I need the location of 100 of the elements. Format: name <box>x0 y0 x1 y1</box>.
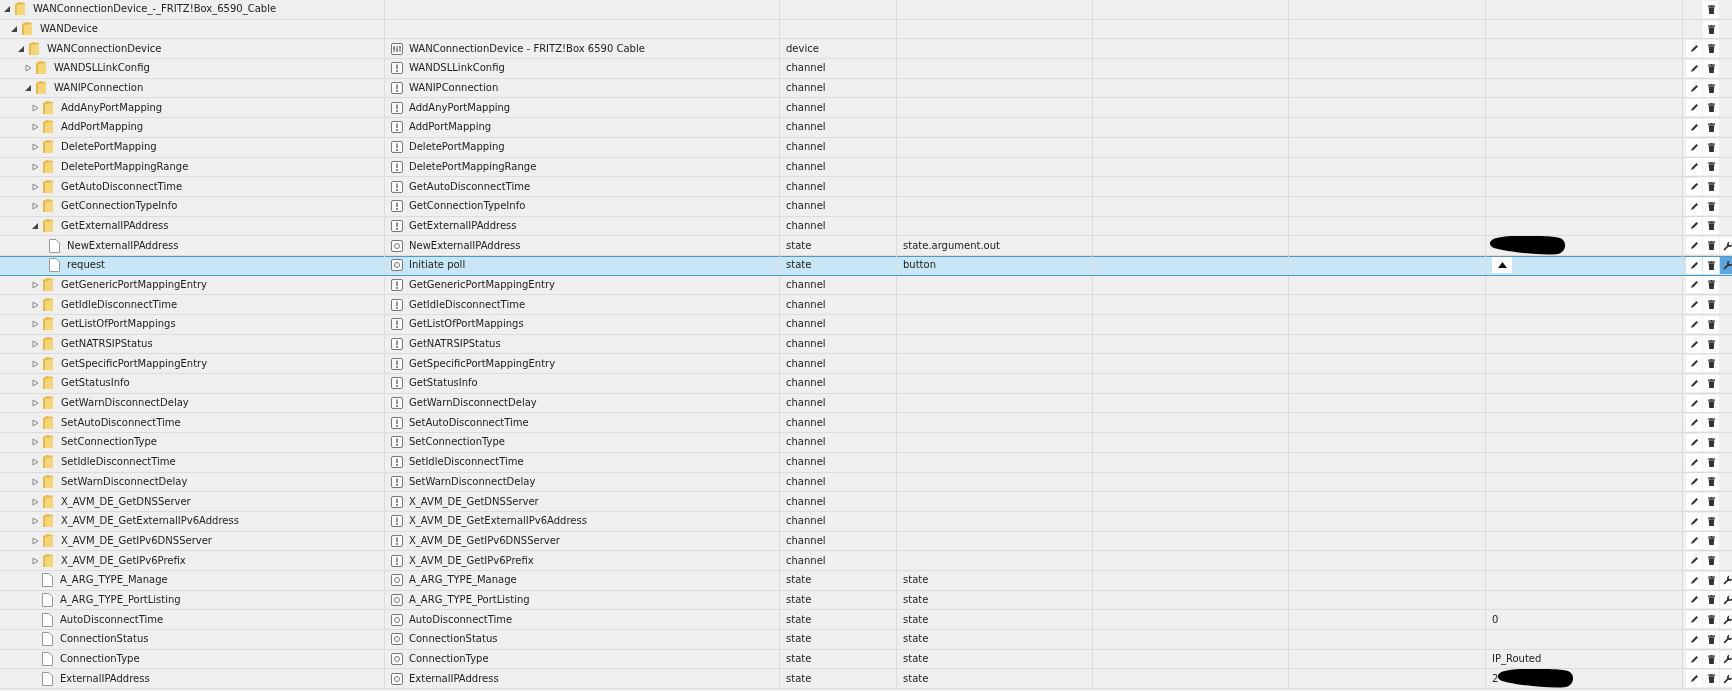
edit-button[interactable] <box>1686 217 1702 235</box>
edit-button[interactable] <box>1686 493 1702 511</box>
delete-button[interactable] <box>1703 532 1719 550</box>
delete-button[interactable] <box>1703 0 1719 18</box>
delete-button[interactable] <box>1703 20 1719 38</box>
collapsed-arrow-icon[interactable] <box>32 280 39 289</box>
edit-button[interactable] <box>1686 670 1702 688</box>
edit-button[interactable] <box>1686 158 1702 176</box>
edit-button[interactable] <box>1686 453 1702 471</box>
delete-button[interactable] <box>1703 79 1719 97</box>
edit-button[interactable] <box>1686 512 1702 530</box>
settings-button[interactable] <box>1720 650 1732 668</box>
delete-button[interactable] <box>1703 256 1719 274</box>
delete-button[interactable] <box>1703 453 1719 471</box>
expanded-arrow-icon[interactable] <box>18 44 25 53</box>
collapsed-arrow-icon[interactable] <box>32 536 39 545</box>
table-row[interactable]: WANConnectionDevice WANConnectionDevice - FRITZ!Box 6590 Cable device <box>0 39 1732 60</box>
edit-button[interactable] <box>1686 315 1702 333</box>
edit-button[interactable] <box>1686 79 1702 97</box>
table-row[interactable]: GetIdleDisconnectTime GetIdleDisconnectTime channel <box>0 295 1732 315</box>
table-row[interactable]: AddPortMapping AddPortMapping channel <box>0 118 1732 138</box>
table-row[interactable]: NewExternalIPAddress NewExternalIPAddress state state.argument.out <box>0 236 1732 256</box>
delete-button[interactable] <box>1703 433 1719 451</box>
collapsed-arrow-icon[interactable] <box>32 202 39 211</box>
edit-button[interactable] <box>1686 197 1702 215</box>
collapsed-arrow-icon[interactable] <box>32 497 39 506</box>
expanded-arrow-icon[interactable] <box>11 25 18 34</box>
delete-button[interactable] <box>1703 138 1719 156</box>
edit-button[interactable] <box>1686 611 1702 629</box>
edit-button[interactable] <box>1686 276 1702 294</box>
delete-button[interactable] <box>1703 178 1719 196</box>
delete-button[interactable] <box>1703 99 1719 117</box>
delete-button[interactable] <box>1703 394 1719 412</box>
delete-button[interactable] <box>1703 611 1719 629</box>
press-button[interactable] <box>1492 257 1512 274</box>
table-row[interactable]: ExternalIPAddress ExternalIPAddress state state 2 <box>0 669 1732 690</box>
edit-button[interactable] <box>1686 99 1702 117</box>
table-row[interactable]: GetWarnDisconnectDelay GetWarnDisconnectDelay channel <box>0 393 1732 414</box>
table-row[interactable]: GetNATRSIPStatus GetNATRSIPStatus channel <box>0 334 1732 355</box>
collapsed-arrow-icon[interactable] <box>32 458 39 467</box>
collapsed-arrow-icon[interactable] <box>32 517 39 526</box>
settings-button[interactable] <box>1720 237 1732 255</box>
edit-button[interactable] <box>1686 394 1702 412</box>
edit-button[interactable] <box>1686 433 1702 451</box>
delete-button[interactable] <box>1703 670 1719 688</box>
collapsed-arrow-icon[interactable] <box>32 556 39 565</box>
edit-button[interactable] <box>1686 591 1702 609</box>
table-row[interactable]: SetIdleDisconnectTime SetIdleDisconnectTime channel <box>0 452 1732 473</box>
table-row[interactable]: A_ARG_TYPE_Manage A_ARG_TYPE_Manage state state <box>0 570 1732 591</box>
delete-button[interactable] <box>1703 237 1719 255</box>
delete-button[interactable] <box>1703 552 1719 570</box>
edit-button[interactable] <box>1686 552 1702 570</box>
delete-button[interactable] <box>1703 630 1719 648</box>
delete-button[interactable] <box>1703 118 1719 136</box>
table-row[interactable]: A_ARG_TYPE_PortListing A_ARG_TYPE_PortListing state state <box>0 590 1732 611</box>
collapsed-arrow-icon[interactable] <box>32 103 39 112</box>
table-row[interactable]: GetStatusInfo GetStatusInfo channel <box>0 374 1732 394</box>
edit-button[interactable] <box>1686 414 1702 432</box>
collapsed-arrow-icon[interactable] <box>32 123 39 132</box>
table-row[interactable]: request Initiate poll state button <box>0 255 1732 276</box>
delete-button[interactable] <box>1703 59 1719 77</box>
delete-button[interactable] <box>1703 296 1719 314</box>
collapsed-arrow-icon[interactable] <box>32 359 39 368</box>
delete-button[interactable] <box>1703 374 1719 392</box>
expanded-arrow-icon[interactable] <box>25 84 32 93</box>
edit-button[interactable] <box>1686 178 1702 196</box>
table-row[interactable]: X_AVM_DE_GetDNSServer X_AVM_DE_GetDNSServer channel <box>0 492 1732 512</box>
table-row[interactable]: GetSpecificPortMappingEntry GetSpecificPortMappingEntry channel <box>0 354 1732 375</box>
delete-button[interactable] <box>1703 591 1719 609</box>
collapsed-arrow-icon[interactable] <box>32 340 39 349</box>
table-row[interactable]: SetAutoDisconnectTime SetAutoDisconnectTime channel <box>0 413 1732 434</box>
collapsed-arrow-icon[interactable] <box>32 477 39 486</box>
collapsed-arrow-icon[interactable] <box>32 300 39 309</box>
delete-button[interactable] <box>1703 493 1719 511</box>
table-row[interactable]: GetAutoDisconnectTime GetAutoDisconnectTime channel <box>0 177 1732 197</box>
table-row[interactable]: WANIPConnection WANIPConnection channel <box>0 78 1732 99</box>
table-row[interactable]: SetWarnDisconnectDelay SetWarnDisconnectDelay channel <box>0 472 1732 493</box>
edit-button[interactable] <box>1686 571 1702 589</box>
edit-button[interactable] <box>1686 40 1702 58</box>
collapsed-arrow-icon[interactable] <box>32 438 39 447</box>
expanded-arrow-icon[interactable] <box>4 5 11 14</box>
edit-button[interactable] <box>1686 118 1702 136</box>
edit-button[interactable] <box>1686 237 1702 255</box>
delete-button[interactable] <box>1703 512 1719 530</box>
table-row[interactable]: GetGenericPortMappingEntry GetGenericPortMappingEntry channel <box>0 275 1732 296</box>
edit-button[interactable] <box>1686 335 1702 353</box>
edit-button[interactable] <box>1686 256 1702 274</box>
settings-button[interactable] <box>1720 591 1732 609</box>
collapsed-arrow-icon[interactable] <box>32 399 39 408</box>
edit-button[interactable] <box>1686 355 1702 373</box>
edit-button[interactable] <box>1686 374 1702 392</box>
delete-button[interactable] <box>1703 473 1719 491</box>
settings-button[interactable] <box>1720 611 1732 629</box>
collapsed-arrow-icon[interactable] <box>32 379 39 388</box>
delete-button[interactable] <box>1703 276 1719 294</box>
delete-button[interactable] <box>1703 335 1719 353</box>
delete-button[interactable] <box>1703 158 1719 176</box>
table-row[interactable]: X_AVM_DE_GetIPv6DNSServer X_AVM_DE_GetIPv6DNSServer channel <box>0 531 1732 552</box>
table-row[interactable]: SetConnectionType SetConnectionType channel <box>0 433 1732 453</box>
table-row[interactable]: WANConnectionDevice_-_FRITZ!Box_6590_Cable <box>0 0 1732 20</box>
